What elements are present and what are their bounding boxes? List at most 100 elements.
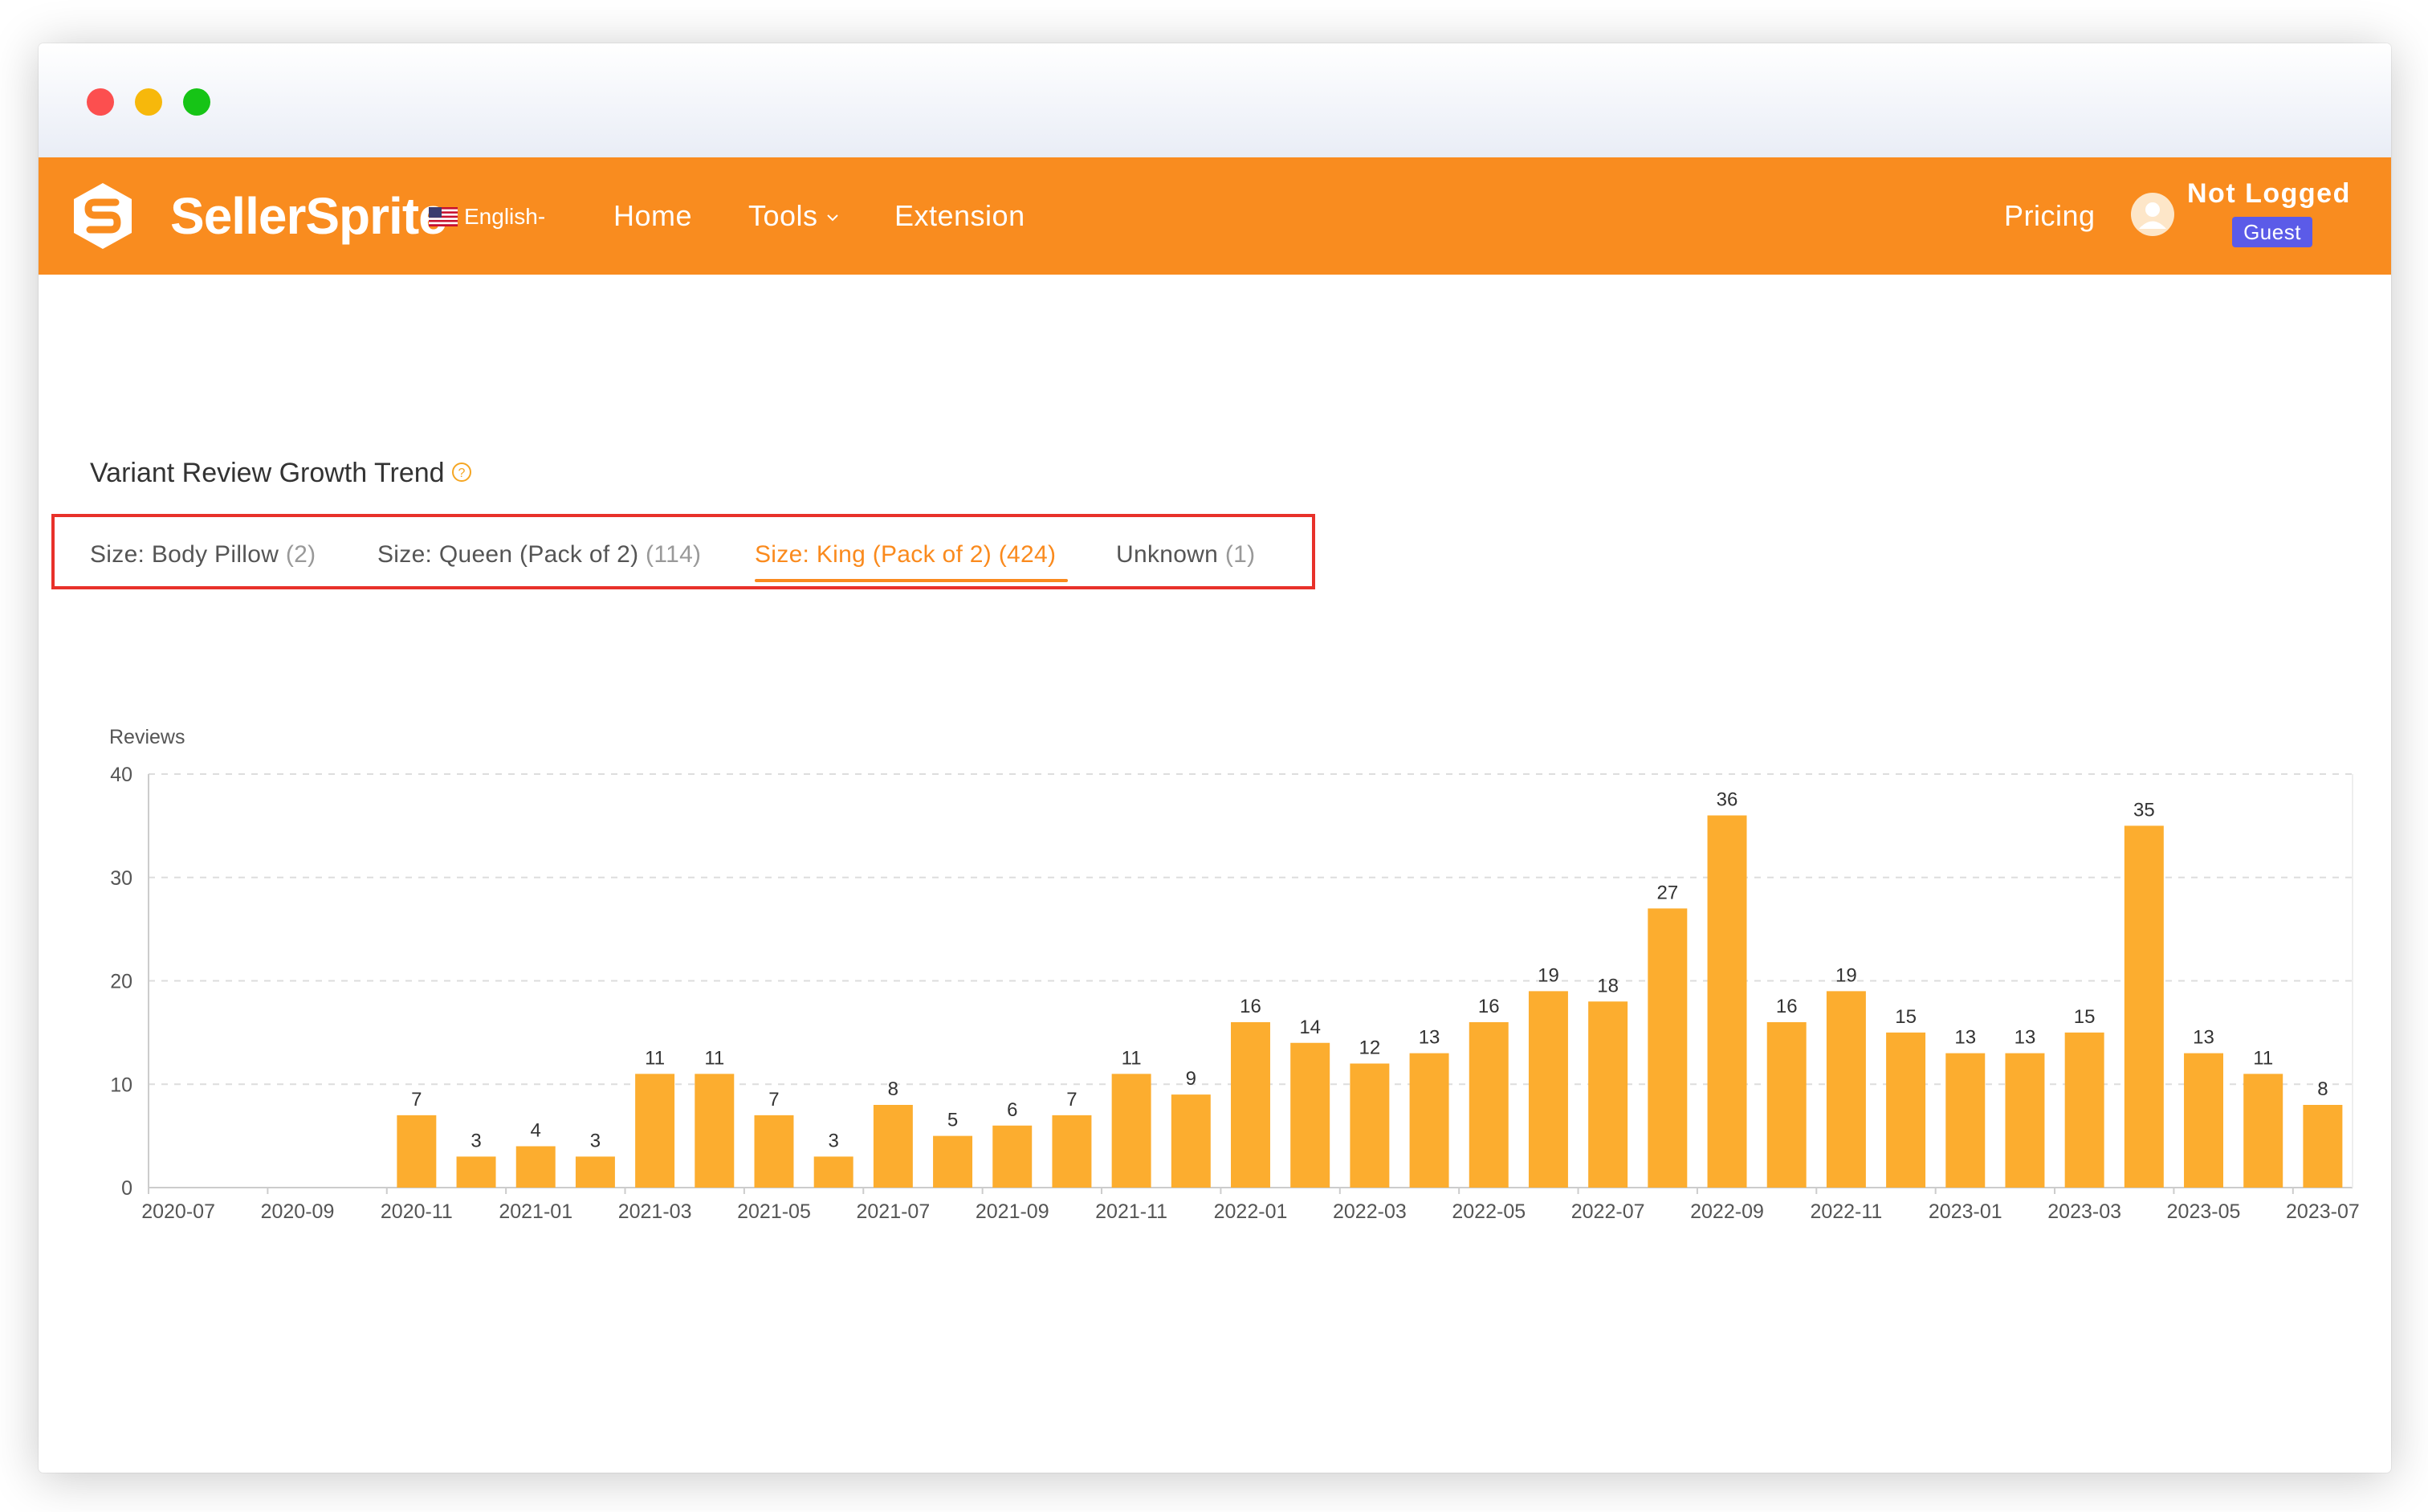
bar-value-label: 5 xyxy=(947,1110,958,1131)
bar-2021-09 xyxy=(992,1125,1033,1188)
bar-2021-06 xyxy=(813,1156,853,1188)
bar-value-label: 19 xyxy=(1538,964,1559,986)
sellersprite-logo[interactable]: SellerSprite xyxy=(71,181,447,251)
y-tick-label: 40 xyxy=(110,764,132,786)
x-tick-label: 2021-01 xyxy=(499,1200,572,1223)
bar-value-label: 11 xyxy=(2253,1047,2273,1069)
bar-value-label: 13 xyxy=(1954,1027,1976,1049)
x-tick-label: 2021-03 xyxy=(618,1200,692,1223)
bar-2022-11 xyxy=(1826,991,1866,1188)
tab-body-pillow[interactable]: Size: Body Pillow (2) xyxy=(90,541,316,569)
nav-link-home[interactable]: Home xyxy=(613,199,692,233)
nav-link-extension[interactable]: Extension xyxy=(894,199,1025,233)
bar-value-label: 9 xyxy=(1186,1068,1196,1090)
bar-2022-07 xyxy=(1588,1001,1628,1188)
window-titlebar xyxy=(39,43,2391,157)
us-flag-icon xyxy=(429,207,458,226)
bar-2021-03 xyxy=(635,1074,675,1188)
bar-2022-03 xyxy=(1350,1063,1390,1188)
y-tick-label: 30 xyxy=(110,867,132,890)
svg-text:?: ? xyxy=(458,467,465,480)
review-growth-chart: Reviews 0 10 20 30 40 2020-07 2020-09 7 2020-11 3 4… xyxy=(109,726,2360,1223)
bar-2022-08 xyxy=(1648,908,1688,1188)
bar-2021-11 xyxy=(1111,1074,1151,1188)
bar-value-label: 8 xyxy=(888,1078,898,1100)
bar-value-label: 3 xyxy=(471,1130,481,1151)
tab-unknown[interactable]: Unknown (1) xyxy=(1116,541,1255,569)
bar-value-label: 8 xyxy=(2317,1078,2328,1100)
bar-value-label: 16 xyxy=(1478,996,1500,1017)
bar-2021-02 xyxy=(575,1156,615,1188)
bar-2021-10 xyxy=(1052,1115,1092,1188)
bar-2021-07 xyxy=(873,1105,913,1188)
bar-2021-08 xyxy=(933,1135,973,1188)
tab-count: (2) xyxy=(285,541,316,568)
x-tick-label: 2020-11 xyxy=(381,1200,453,1223)
x-tick-label: 2020-09 xyxy=(261,1200,335,1223)
bar-2022-09 xyxy=(1707,815,1747,1188)
x-tick-label: 2020-07 xyxy=(141,1200,215,1223)
nav-link-tools-label: Tools xyxy=(748,199,818,232)
bar-value-label: 7 xyxy=(768,1089,779,1111)
bar-2023-02 xyxy=(2005,1053,2045,1188)
bar-value-label: 18 xyxy=(1597,975,1619,996)
bar-value-label: 4 xyxy=(531,1120,541,1142)
minimize-window-button[interactable] xyxy=(135,88,162,116)
y-tick-label: 20 xyxy=(110,971,132,993)
bar-value-label: 13 xyxy=(2015,1027,2036,1049)
tab-label: Size: Body Pillow xyxy=(90,541,279,568)
y-tick-label: 0 xyxy=(121,1177,132,1200)
maximize-window-button[interactable] xyxy=(183,88,210,116)
bar-2023-03 xyxy=(2064,1032,2104,1188)
logo-text: SellerSprite xyxy=(170,187,447,245)
bar-2022-06 xyxy=(1528,991,1568,1188)
bar-value-label: 12 xyxy=(1359,1037,1381,1059)
x-tick-label: 2022-01 xyxy=(1214,1200,1288,1223)
bar-value-label: 11 xyxy=(1122,1047,1142,1069)
bar-value-label: 27 xyxy=(1656,882,1678,903)
bar-2022-12 xyxy=(1886,1032,1926,1188)
bar-value-label: 7 xyxy=(411,1089,422,1111)
bar-2023-06 xyxy=(2243,1074,2283,1188)
bar-value-label: 7 xyxy=(1066,1089,1077,1111)
nav-link-tools[interactable]: Tools xyxy=(748,199,839,233)
bar-2023-04 xyxy=(2124,825,2164,1188)
active-tab-underline xyxy=(755,579,1068,582)
top-navbar: SellerSprite English- Home Tools Extensi… xyxy=(39,157,2391,275)
nav-link-pricing[interactable]: Pricing xyxy=(2004,199,2096,233)
tab-king-pack-of-2[interactable]: Size: King (Pack of 2) (424) xyxy=(755,541,1056,569)
bar-2023-05 xyxy=(2184,1053,2224,1188)
bar-value-label: 15 xyxy=(1895,1006,1917,1028)
user-name[interactable]: Not Logged xyxy=(2187,178,2351,210)
x-tick-label: 2023-07 xyxy=(2286,1200,2360,1223)
tab-label: Size: King (Pack of 2) xyxy=(755,541,992,568)
tab-count: (114) xyxy=(646,541,702,568)
close-window-button[interactable] xyxy=(87,88,114,116)
x-tick-label: 2023-01 xyxy=(1929,1200,2002,1223)
bar-value-label: 3 xyxy=(828,1130,838,1151)
x-tick-label: 2022-11 xyxy=(1810,1200,1882,1223)
y-tick-label: 10 xyxy=(110,1074,132,1096)
bar-value-label: 13 xyxy=(2193,1027,2214,1049)
tab-count: (424) xyxy=(998,541,1057,568)
bar-value-label: 19 xyxy=(1835,964,1857,986)
chevron-down-icon xyxy=(826,214,838,222)
language-label: English- xyxy=(464,204,546,229)
logo-s-icon xyxy=(74,183,132,249)
bar-2021-05 xyxy=(754,1115,794,1188)
bar-value-label: 15 xyxy=(2074,1006,2096,1028)
question-circle-icon[interactable]: ? xyxy=(451,462,472,483)
bar-2021-04 xyxy=(695,1074,735,1188)
bar-2020-12 xyxy=(456,1156,496,1188)
tab-label: Unknown xyxy=(1116,541,1219,568)
bar-2022-04 xyxy=(1409,1053,1449,1188)
guest-badge: Guest xyxy=(2232,217,2312,247)
avatar-icon[interactable] xyxy=(2131,193,2174,236)
tab-queen-pack-of-2[interactable]: Size: Queen (Pack of 2) (114) xyxy=(377,541,701,569)
tab-count: (1) xyxy=(1224,541,1256,568)
bar-2021-01 xyxy=(515,1146,556,1188)
bar-value-label: 35 xyxy=(2133,799,2155,821)
x-tick-label: 2022-05 xyxy=(1452,1200,1526,1223)
x-tick-label: 2023-05 xyxy=(2167,1200,2241,1223)
x-tick-label: 2021-11 xyxy=(1095,1200,1167,1223)
